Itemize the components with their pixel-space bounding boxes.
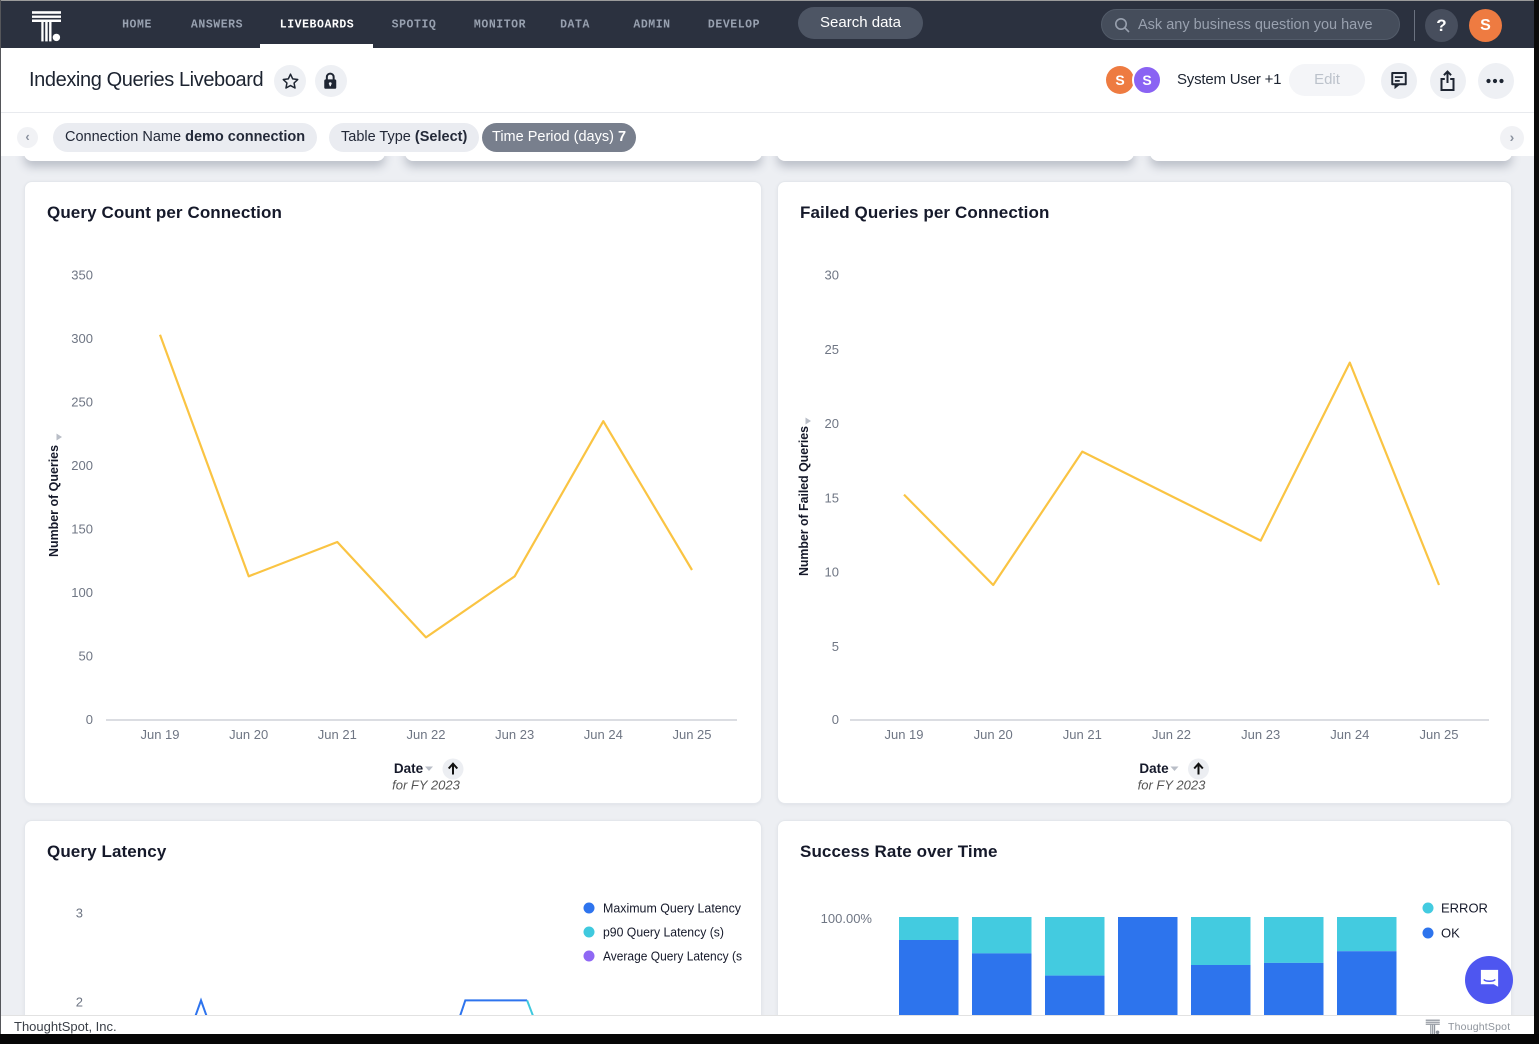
svg-text:Jun 24: Jun 24 <box>1330 727 1369 742</box>
svg-text:Jun 20: Jun 20 <box>229 727 268 742</box>
svg-text:300: 300 <box>71 331 93 346</box>
svg-text:200: 200 <box>71 458 93 473</box>
svg-text:3: 3 <box>76 906 83 921</box>
svg-text:0: 0 <box>832 712 839 727</box>
svg-text:Number of Failed Queries: Number of Failed Queries <box>796 426 811 576</box>
svg-text:Jun 22: Jun 22 <box>406 727 445 742</box>
svg-text:Jun 19: Jun 19 <box>884 727 923 742</box>
svg-text:for FY 2023: for FY 2023 <box>1138 778 1206 793</box>
svg-text:p90 Query Latency (s): p90 Query Latency (s) <box>603 925 724 940</box>
svg-text:0: 0 <box>86 712 93 727</box>
svg-text:Jun 25: Jun 25 <box>672 727 711 742</box>
svg-text:Jun 22: Jun 22 <box>1152 727 1191 742</box>
svg-text:50: 50 <box>79 649 93 664</box>
svg-text:20: 20 <box>825 416 839 431</box>
svg-text:Jun 23: Jun 23 <box>495 727 534 742</box>
svg-text:5: 5 <box>832 639 839 654</box>
svg-text:Jun 23: Jun 23 <box>1241 727 1280 742</box>
svg-text:Jun 21: Jun 21 <box>1063 727 1102 742</box>
svg-text:100.00%: 100.00% <box>821 911 873 926</box>
svg-text:Maximum Query Latency: Maximum Query Latency <box>603 901 741 916</box>
svg-text:2: 2 <box>76 995 83 1010</box>
svg-text:OK: OK <box>1441 926 1460 941</box>
svg-text:for FY 2023: for FY 2023 <box>392 778 460 793</box>
svg-text:30: 30 <box>825 268 839 283</box>
svg-text:100: 100 <box>71 585 93 600</box>
svg-text:Date: Date <box>394 761 424 776</box>
svg-text:Date: Date <box>1139 761 1169 776</box>
svg-text:Jun 19: Jun 19 <box>140 727 179 742</box>
svg-text:15: 15 <box>825 490 839 505</box>
svg-text:350: 350 <box>71 268 93 283</box>
svg-text:Jun 20: Jun 20 <box>974 727 1013 742</box>
svg-text:150: 150 <box>71 522 93 537</box>
svg-text:Jun 21: Jun 21 <box>318 727 357 742</box>
svg-text:ERROR: ERROR <box>1441 901 1488 916</box>
svg-text:Number of Queries: Number of Queries <box>46 445 61 557</box>
svg-text:Jun 25: Jun 25 <box>1419 727 1458 742</box>
svg-text:Jun 24: Jun 24 <box>584 727 623 742</box>
svg-text:Average Query Latency (s: Average Query Latency (s <box>603 949 742 964</box>
svg-text:25: 25 <box>825 342 839 357</box>
svg-text:10: 10 <box>825 565 839 580</box>
svg-text:250: 250 <box>71 395 93 410</box>
